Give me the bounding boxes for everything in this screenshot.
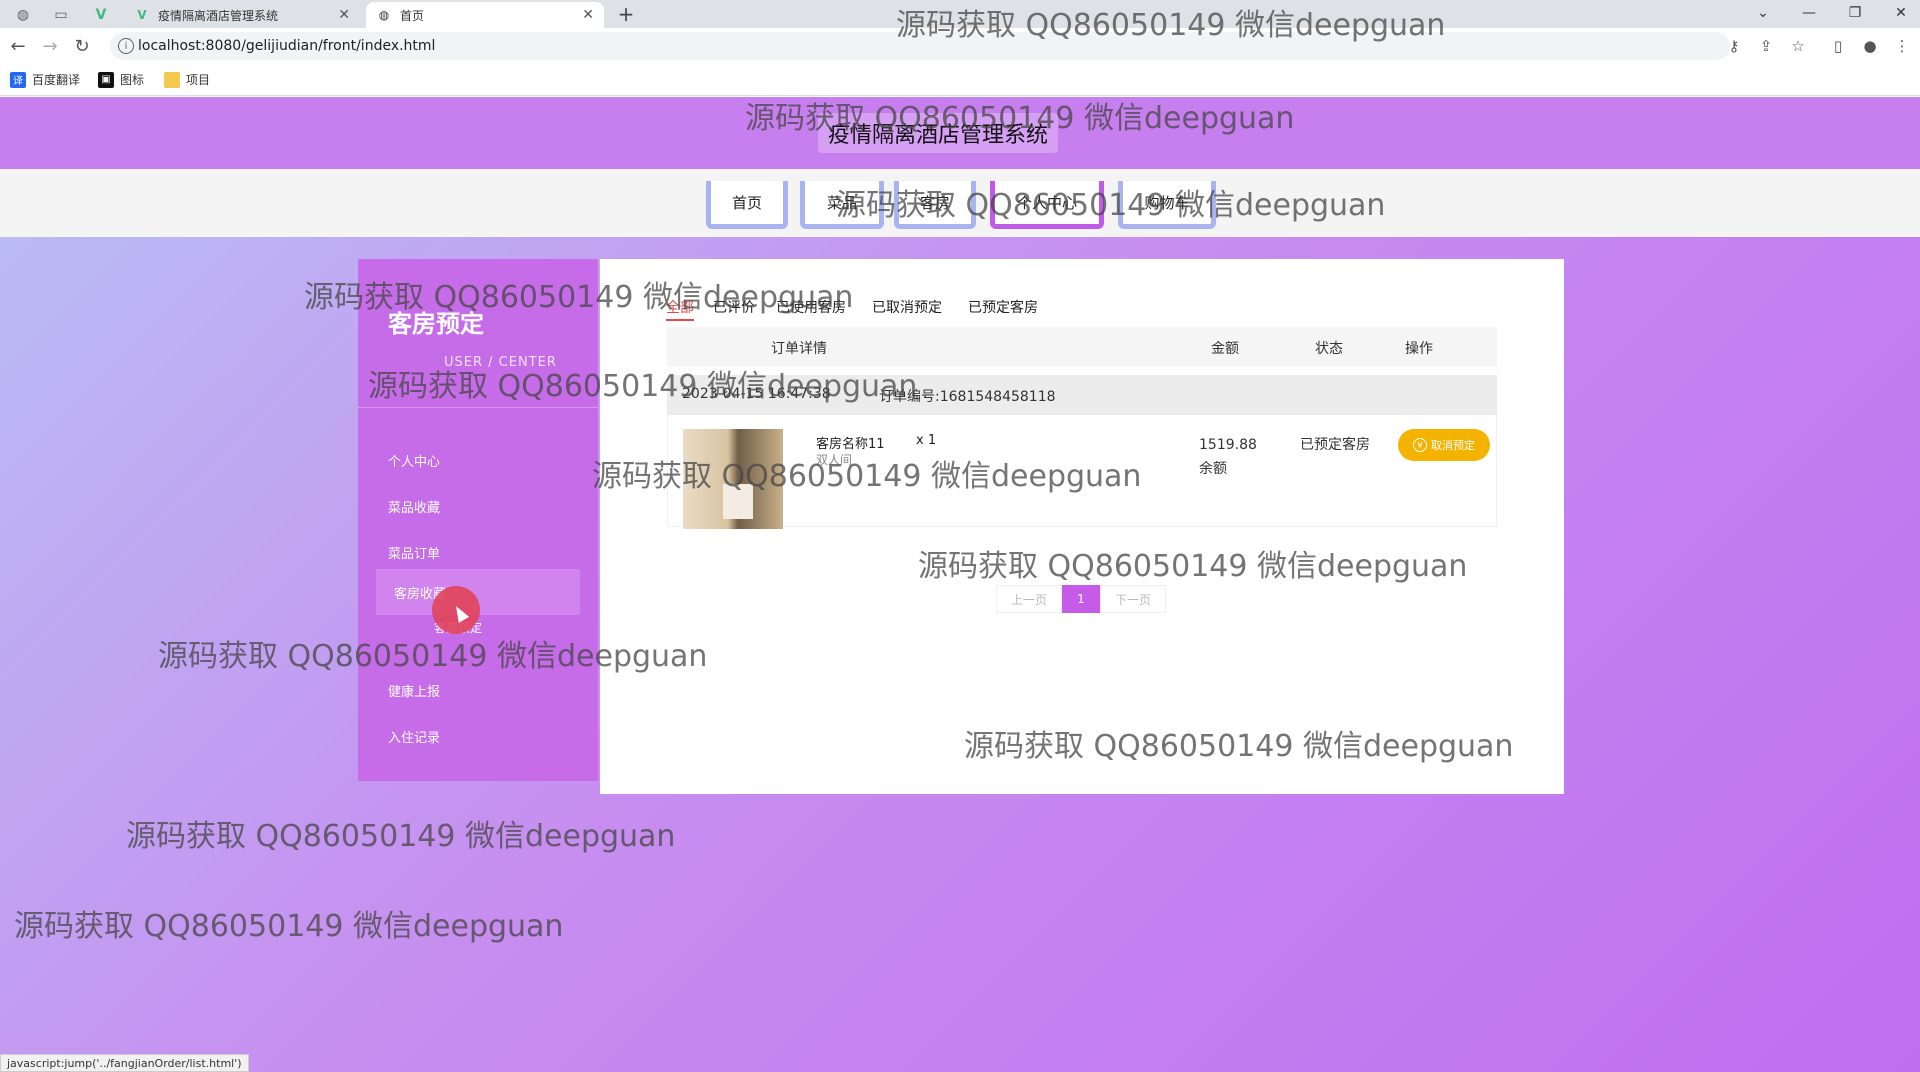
nav-home[interactable]: 首页 [706, 181, 788, 229]
nav-cart[interactable]: 购物车 [1118, 181, 1216, 229]
share-icon[interactable]: ⇪ [1756, 36, 1776, 56]
bookmark-icons[interactable]: ▣ 图标 [98, 71, 144, 88]
filter-reviewed[interactable]: 已评价 [713, 297, 755, 317]
pay-method: 余额 [1199, 461, 1227, 477]
reload-icon[interactable]: ↻ [70, 34, 94, 58]
star-icon[interactable]: ☆ [1788, 36, 1808, 56]
cancel-booking-button[interactable]: ¥ 取消预定 [1398, 429, 1490, 461]
image-icon: ▣ [98, 71, 114, 88]
profile-icon[interactable]: ● [1860, 36, 1880, 56]
url-text: localhost:8080/gelijiudian/front/index.h… [138, 38, 436, 54]
translate-icon: 译 [10, 71, 26, 88]
vue-icon[interactable]: V [86, 2, 116, 28]
amount-value: 1519.88 [1199, 437, 1257, 453]
order-status: 已预定客房 [1300, 437, 1370, 453]
sidebar-item-dish-orders[interactable]: 菜品订单 [388, 543, 440, 562]
nav-dishes[interactable]: 菜品 [800, 181, 884, 229]
filter-used[interactable]: 已使用客房 [776, 297, 846, 317]
browser-status-url: javascript:jump('../fangjianOrder/list.h… [0, 1054, 249, 1072]
tab-home[interactable]: ◍ 首页 ✕ [366, 2, 604, 28]
room-name[interactable]: 客房名称11 [816, 433, 885, 452]
col-action: 操作 [1405, 341, 1433, 357]
sidebar-item-user-center[interactable]: 个人中心 [388, 451, 440, 470]
nav-user-center[interactable]: 个人中心 [990, 181, 1104, 229]
close-icon[interactable]: ✕ [582, 7, 594, 23]
filter-booked[interactable]: 已预定客房 [968, 297, 1038, 317]
room-type: 双人间 [816, 453, 853, 467]
filter-cancelled[interactable]: 已取消预定 [872, 297, 942, 317]
order-time: 2023-04-15 16:47:38 [682, 386, 831, 402]
page-content: 疫情隔离酒店管理系统 首页 菜品 客房 个人中心 购物车 客房预定 USER /… [0, 97, 1920, 1072]
nav-rooms[interactable]: 客房 [894, 181, 976, 229]
close-window-button[interactable]: ✕ [1886, 2, 1916, 24]
main-nav: 首页 菜品 客房 个人中心 购物车 [0, 169, 1920, 237]
url-field[interactable]: i localhost:8080/gelijiudian/front/index… [110, 32, 1730, 60]
filter-all[interactable]: 全部 [666, 297, 694, 321]
prev-page-button[interactable]: 上一页 [996, 585, 1062, 613]
order-header-row: 2023-04-15 16:47:38 订单编号:1681548458118 [667, 375, 1497, 415]
browser-tab-bar: ◍ ▭ V V 疫情隔离酒店管理系统 ✕ ◍ 首页 ✕ + ⌄ — ❐ ✕ [0, 0, 1920, 28]
orders-panel: 全部 已评价 已使用客房 已取消预定 已预定客房 订单详情 金额 状态 操作 2… [600, 259, 1564, 794]
minimize-button[interactable]: — [1794, 2, 1824, 24]
next-page-button[interactable]: 下一页 [1100, 585, 1166, 613]
bookmark-label: 项目 [186, 73, 211, 87]
folder-icon [164, 71, 180, 88]
globe-icon: ◍ [378, 8, 390, 22]
col-status: 状态 [1315, 341, 1343, 357]
key-icon[interactable]: ⚷ [1724, 36, 1744, 56]
yen-coin-icon: ¥ [1413, 438, 1427, 452]
order-amount: 1519.88 余额 [1199, 433, 1257, 481]
menu-icon[interactable]: ⋮ [1892, 36, 1912, 56]
tab-title: 疫情隔离酒店管理系统 [158, 8, 279, 23]
tab-title: 首页 [400, 8, 425, 23]
sidepanel-icon[interactable]: ▯ [1828, 36, 1848, 56]
sidebar-item-checkin-records[interactable]: 入住记录 [388, 727, 440, 746]
bookmarks-bar: 译 百度翻译 ▣ 图标 项目 [0, 64, 1920, 96]
watermark: 源码获取 QQ86050149 微信deepguan [126, 819, 676, 854]
room-thumbnail[interactable] [683, 429, 783, 529]
address-bar-row: ← → ↻ i localhost:8080/gelijiudian/front… [0, 28, 1920, 64]
vue-logo-icon: V [137, 8, 147, 22]
info-icon[interactable]: i [118, 38, 134, 54]
order-number: 订单编号:1681548458118 [879, 389, 1056, 405]
bookmark-label: 图标 [120, 73, 145, 87]
col-amount: 金额 [1211, 341, 1239, 357]
room-quantity: x 1 [916, 433, 937, 448]
cancel-label: 取消预定 [1431, 439, 1475, 452]
close-icon[interactable]: ✕ [338, 7, 350, 23]
tab-admin[interactable]: V 疫情隔离酒店管理系统 ✕ [124, 2, 360, 28]
col-order-detail: 订单详情 [771, 341, 827, 357]
page-number-current[interactable]: 1 [1062, 585, 1100, 613]
back-icon[interactable]: ← [6, 34, 30, 58]
site-title: 疫情隔离酒店管理系统 [818, 113, 1059, 153]
sidebar-title: 客房预定 [388, 310, 484, 338]
blank-tab-icon[interactable]: ▭ [46, 2, 76, 28]
globe-icon[interactable]: ◍ [8, 2, 38, 28]
tab-search-icon[interactable]: ⌄ [1748, 2, 1778, 24]
bookmark-label: 百度翻译 [32, 73, 81, 87]
bookmark-project[interactable]: 项目 [164, 71, 210, 88]
divider [358, 407, 598, 408]
sidebar-subtitle: USER / CENTER [444, 355, 557, 370]
site-header: 疫情隔离酒店管理系统 [0, 97, 1920, 169]
bookmark-baidu-translate[interactable]: 译 百度翻译 [10, 71, 80, 88]
restore-button[interactable]: ❐ [1840, 2, 1870, 24]
table-header: 订单详情 金额 状态 操作 [667, 327, 1497, 367]
sidebar-item-health-report[interactable]: 健康上报 [388, 681, 440, 700]
forward-icon[interactable]: → [38, 34, 62, 58]
order-item-row: 客房名称11 双人间 x 1 1519.88 余额 已预定客房 ¥ 取消预定 [667, 415, 1497, 529]
new-tab-button[interactable]: + [614, 2, 638, 26]
sidebar-item-dish-favorites[interactable]: 菜品收藏 [388, 497, 440, 516]
watermark: 源码获取 QQ86050149 微信deepguan [14, 909, 564, 944]
user-sidebar: 客房预定 USER / CENTER 个人中心 菜品收藏 菜品订单 客房收藏 客… [358, 259, 598, 781]
